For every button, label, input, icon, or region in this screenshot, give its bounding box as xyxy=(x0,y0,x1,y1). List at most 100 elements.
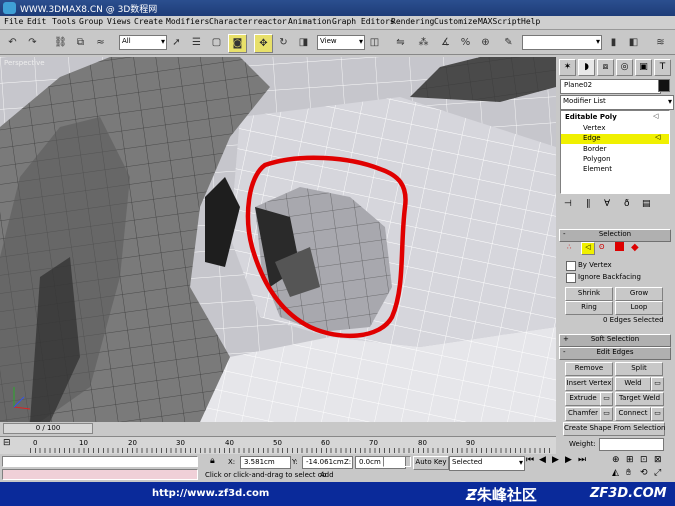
motion-tab-icon[interactable]: ◎ xyxy=(616,59,633,76)
element-mode-icon[interactable]: ◆ xyxy=(631,242,639,253)
connect-settings-icon[interactable]: ▭ xyxy=(651,407,664,421)
edit-edges-rollout-header[interactable]: - Edit Edges xyxy=(559,347,671,360)
connect-button[interactable]: Connect xyxy=(615,407,651,421)
create-shape-button[interactable]: Create Shape From Selection xyxy=(563,422,665,436)
grow-button[interactable]: Grow xyxy=(615,287,663,301)
ring-button[interactable]: Ring xyxy=(565,301,613,315)
menu-tools[interactable]: Tools xyxy=(52,17,76,26)
modifier-list-dropdown[interactable]: Modifier List xyxy=(560,95,674,110)
key-filter-dropdown[interactable]: Selected xyxy=(449,456,525,471)
extrude-settings-icon[interactable]: ▭ xyxy=(600,392,613,406)
redo-icon[interactable]: ↷ xyxy=(24,34,41,51)
edge-mode-icon[interactable]: ◁ xyxy=(581,242,595,255)
object-name-field[interactable]: Plane02 xyxy=(560,79,661,94)
menu-character[interactable]: Character xyxy=(209,17,252,26)
named-selection-icon[interactable]: ✎ xyxy=(500,34,517,51)
stack-item-edge-selected[interactable]: Edge ◁ xyxy=(561,133,669,144)
select-move-icon[interactable]: ✥ xyxy=(254,34,273,53)
select-scale-icon[interactable]: ◨ xyxy=(295,34,312,51)
add-time-tag[interactable]: Add xyxy=(320,471,334,479)
weight-input[interactable] xyxy=(599,438,664,451)
time-slider[interactable]: 0 / 100 xyxy=(3,423,93,434)
undo-icon[interactable]: ↶ xyxy=(4,34,21,51)
menu-edit[interactable]: Edit xyxy=(27,17,46,26)
bind-spacewarp-icon[interactable]: ≈ xyxy=(92,34,109,51)
pin-stack-icon[interactable]: ⊣ xyxy=(564,199,572,209)
select-rotate-icon[interactable]: ↻ xyxy=(275,34,292,51)
pan-icon[interactable]: ✋︎ xyxy=(626,468,631,478)
weld-settings-icon[interactable]: ▭ xyxy=(651,377,664,391)
lock-selection-icon[interactable]: 🔒︎ xyxy=(210,456,215,466)
rect-selection-icon[interactable]: ▢ xyxy=(208,34,225,51)
stack-item-border[interactable]: Border xyxy=(583,145,606,153)
track-bar[interactable]: ⊟ 0 10 20 30 40 50 60 70 80 90 xyxy=(0,436,556,454)
soft-selection-rollout-header[interactable]: + Soft Selection xyxy=(559,334,671,347)
play-icon[interactable]: ▶ xyxy=(552,455,559,465)
extrude-button[interactable]: Extrude xyxy=(565,392,601,406)
zoom-all-icon[interactable]: ⊞ xyxy=(626,455,634,465)
loop-button[interactable]: Loop xyxy=(615,301,663,315)
layer-manager-icon[interactable]: ≋ xyxy=(652,34,669,51)
menu-file[interactable]: File xyxy=(4,17,23,26)
polygon-mode-icon[interactable] xyxy=(615,242,624,251)
spinner-snap-icon[interactable]: ⊕ xyxy=(477,34,494,51)
mirror-icon[interactable]: ⇋ xyxy=(392,34,409,51)
auto-key-button[interactable]: Auto Key xyxy=(413,456,449,470)
menu-graph-editors[interactable]: Graph Editors xyxy=(332,17,395,26)
object-color-swatch[interactable] xyxy=(658,79,670,92)
menu-group[interactable]: Group xyxy=(79,17,103,26)
x-coordinate-field[interactable]: 3.581cm xyxy=(240,456,291,469)
menu-help[interactable]: Help xyxy=(521,17,540,26)
named-selection-sets-dropdown[interactable] xyxy=(522,35,602,50)
show-end-result-icon[interactable]: ∥ xyxy=(586,199,591,209)
menu-reactor[interactable]: reactor xyxy=(253,17,287,26)
arc-rotate-icon[interactable]: ⟲ xyxy=(640,468,648,478)
menu-animation[interactable]: Animation xyxy=(288,17,331,26)
menu-modifiers[interactable]: Modifiers xyxy=(166,17,209,26)
selection-rollout-header[interactable]: - Selection xyxy=(559,229,671,242)
menu-maxscript[interactable]: MAXScript xyxy=(478,17,521,26)
remove-modifier-icon[interactable]: ð xyxy=(624,199,630,209)
remove-button[interactable]: Remove xyxy=(565,362,613,376)
zoom-extents-all-icon[interactable]: ⊠ xyxy=(654,455,662,465)
configure-sets-icon[interactable]: ▤ xyxy=(642,199,651,209)
field-of-view-icon[interactable]: ◭ xyxy=(612,468,619,478)
menu-create[interactable]: Create xyxy=(134,17,163,26)
weld-button[interactable]: Weld xyxy=(615,377,651,391)
menu-rendering[interactable]: Rendering xyxy=(391,17,434,26)
maxscript-listener-field[interactable] xyxy=(2,456,198,467)
percent-snap-icon[interactable]: % xyxy=(457,34,474,51)
chamfer-settings-icon[interactable]: ▭ xyxy=(600,407,613,421)
by-vertex-checkbox[interactable] xyxy=(566,261,576,271)
previous-frame-icon[interactable]: ◀ xyxy=(539,455,546,465)
selection-filter-dropdown[interactable]: All xyxy=(119,35,167,50)
perspective-viewport[interactable]: Perspective xyxy=(0,57,556,422)
snap-toggle-icon[interactable]: ⁂ xyxy=(415,34,432,51)
select-object-icon[interactable]: ➚ xyxy=(168,34,185,51)
mirror-tool-icon[interactable]: ▮ xyxy=(605,34,622,51)
chamfer-button[interactable]: Chamfer xyxy=(565,407,601,421)
go-to-start-icon[interactable]: ⏮ xyxy=(526,455,534,465)
pivot-center-icon[interactable]: ◫ xyxy=(366,34,383,51)
modify-tab-icon[interactable]: ◗ xyxy=(578,59,595,76)
ignore-backfacing-checkbox[interactable] xyxy=(566,273,576,283)
angle-snap-icon[interactable]: ∡ xyxy=(437,34,454,51)
menu-views[interactable]: Views xyxy=(107,17,131,26)
window-crossing-icon[interactable]: ◙ xyxy=(228,34,247,53)
make-unique-icon[interactable]: ∀ xyxy=(604,199,610,209)
display-tab-icon[interactable]: ▣ xyxy=(635,59,652,76)
stack-item-element[interactable]: Element xyxy=(583,165,612,173)
hierarchy-tab-icon[interactable]: ⧈ xyxy=(597,59,614,76)
stack-item-editable-poly[interactable]: Editable Poly xyxy=(565,113,617,121)
light-bulb-icon[interactable]: ◁ xyxy=(653,112,658,120)
target-weld-button[interactable]: Target Weld xyxy=(615,392,664,406)
insert-vertex-button[interactable]: Insert Vertex xyxy=(565,377,613,391)
menu-customize[interactable]: Customize xyxy=(434,17,477,26)
split-button[interactable]: Split xyxy=(615,362,663,376)
utilities-tab-icon[interactable]: T xyxy=(654,59,671,76)
unlink-icon[interactable]: ⧉ xyxy=(72,34,89,51)
align-icon[interactable]: ◧ xyxy=(625,34,642,51)
stack-item-vertex[interactable]: Vertex xyxy=(583,124,606,132)
vertex-mode-icon[interactable]: ∴ xyxy=(567,243,571,251)
link-icon[interactable]: ⛓ xyxy=(52,34,69,51)
